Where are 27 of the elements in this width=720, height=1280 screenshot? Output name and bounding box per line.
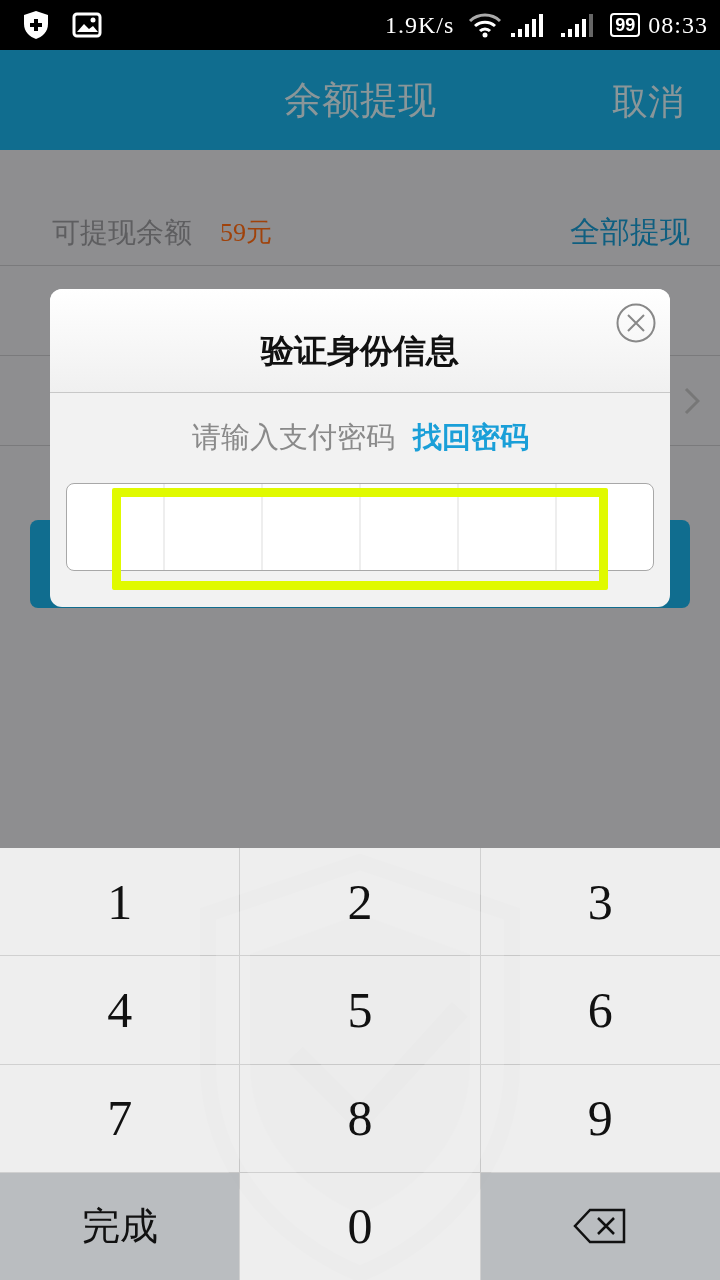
- digit-key[interactable]: 0: [240, 1172, 480, 1280]
- digit-key[interactable]: 9: [480, 1064, 720, 1172]
- signal-icon: [560, 12, 595, 38]
- balance-amount: 59元: [220, 217, 272, 249]
- digit-key[interactable]: 5: [240, 956, 480, 1064]
- close-button[interactable]: [616, 303, 656, 343]
- clock-time: 08:33: [648, 11, 708, 39]
- password-field[interactable]: [66, 483, 654, 571]
- digit-key[interactable]: 1: [0, 848, 240, 956]
- chevron-right-icon: [684, 386, 700, 415]
- dialog-title: 验证身份信息: [261, 332, 459, 371]
- page-title: 余额提现: [284, 77, 436, 123]
- digit-key[interactable]: 2: [240, 848, 480, 956]
- signal-icon: [510, 12, 545, 38]
- digit-key[interactable]: 7: [0, 1064, 240, 1172]
- image-icon: [72, 12, 102, 38]
- digit-key[interactable]: 3: [480, 848, 720, 956]
- digit-key[interactable]: 4: [0, 956, 240, 1064]
- backspace-key[interactable]: [480, 1172, 720, 1280]
- battery-indicator: 99: [610, 13, 641, 37]
- shield-plus-icon: [22, 10, 50, 40]
- network-speed: 1.9K/s: [384, 11, 455, 39]
- digit-key[interactable]: 6: [480, 956, 720, 1064]
- wifi-icon: [468, 12, 503, 38]
- done-key[interactable]: 完成: [0, 1172, 240, 1280]
- digit-key[interactable]: 8: [240, 1064, 480, 1172]
- password-prompt: 请输入支付密码: [191, 420, 395, 455]
